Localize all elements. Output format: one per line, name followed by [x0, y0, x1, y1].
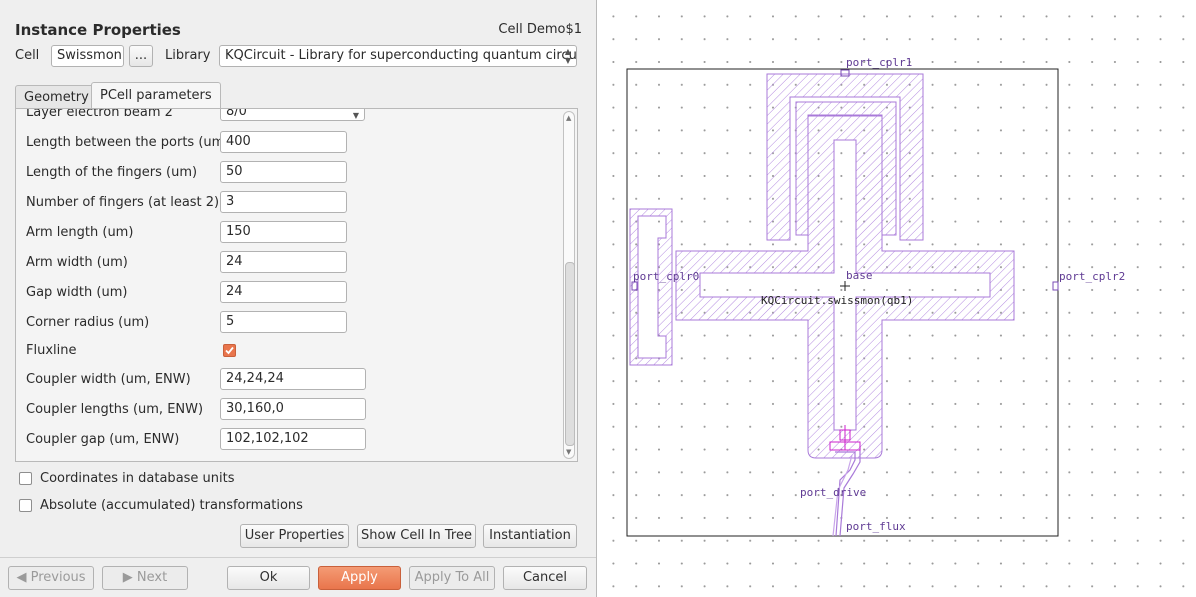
param-label-number-of-fingers: Number of fingers (at least 2) — [26, 195, 220, 210]
label-port-cplr0: port_cplr0 — [633, 270, 699, 283]
parameters-scrollbar[interactable]: ▲ ▼ — [563, 111, 575, 459]
layout-canvas[interactable]: port_cplr1 port_cplr0 port_cplr2 base KQ… — [598, 0, 1196, 597]
library-select-value: KQCircuit - Library for superconducting … — [225, 48, 577, 63]
next-button-label: Next — [136, 570, 168, 585]
number-of-fingers-input[interactable]: 3 — [220, 191, 347, 213]
length-between-ports-input[interactable]: 400 — [220, 131, 347, 153]
base-origin-marker — [840, 281, 850, 291]
top-coupler-shape — [766, 73, 924, 241]
label-port-drive: port_drive — [800, 486, 866, 499]
spinner-arrows-icon: ▲ ▼ — [564, 47, 571, 65]
cell-instance-name: Cell Demo$1 — [498, 22, 582, 37]
coords-db-units-checkbox[interactable] — [19, 472, 32, 485]
spinner-arrows-icon: ▼ — [352, 111, 359, 120]
cell-label: Cell — [15, 48, 40, 63]
previous-button[interactable]: ◀ Previous — [8, 566, 94, 590]
param-label-arm-width: Arm width (um) — [26, 255, 128, 270]
layout-drawing: port_cplr1 port_cplr0 port_cplr2 base KQ… — [626, 56, 1125, 537]
scroll-up-icon[interactable]: ▲ — [566, 114, 571, 122]
tab-geometry[interactable]: Geometry — [15, 85, 98, 109]
dialog-title: Instance Properties — [15, 21, 181, 39]
left-coupler-shape — [629, 208, 673, 366]
param-label-arm-length: Arm length (um) — [26, 225, 134, 240]
length-of-fingers-input[interactable]: 50 — [220, 161, 347, 183]
param-label-length-between-ports: Length between the ports (um) — [26, 135, 230, 150]
arm-width-input[interactable]: 24 — [220, 251, 347, 273]
coords-db-units-label: Coordinates in database units — [40, 471, 235, 486]
label-port-cplr2: port_cplr2 — [1059, 270, 1125, 283]
scrollbar-thumb[interactable] — [565, 262, 575, 446]
cancel-button[interactable]: Cancel — [503, 566, 587, 590]
next-button[interactable]: ▶ Next — [102, 566, 188, 590]
fluxline-checkbox[interactable] — [223, 344, 236, 357]
label-port-flux: port_flux — [846, 520, 906, 533]
absolute-transforms-label: Absolute (accumulated) transformations — [40, 498, 303, 513]
absolute-transforms-checkbox[interactable] — [19, 499, 32, 512]
scroll-down-icon[interactable]: ▼ — [566, 448, 571, 456]
label-port-cplr1: port_cplr1 — [846, 56, 912, 69]
tab-pcell-parameters[interactable]: PCell parameters — [91, 82, 221, 110]
param-label-corner-radius: Corner radius (um) — [26, 315, 150, 330]
checkmark-icon — [225, 346, 234, 355]
user-properties-button[interactable]: User Properties — [240, 524, 349, 548]
instance-properties-dialog: Instance Properties Cell Demo$1 Cell Swi… — [0, 0, 597, 597]
param-label-layer-electron-beam-2: Layer electron beam 2 — [26, 108, 173, 120]
arrow-right-icon: ▶ — [122, 570, 137, 585]
coupler-gap-input[interactable]: 102,102,102 — [220, 428, 366, 450]
layer-electron-beam-2-value: 8/0 — [226, 108, 247, 119]
apply-button[interactable]: Apply — [318, 566, 401, 590]
param-label-coupler-width: Coupler width (um, ENW) — [26, 372, 191, 387]
previous-button-label: Previous — [30, 570, 86, 585]
cell-name-input[interactable]: Swissmon — [51, 45, 124, 67]
pcell-parameters-panel: Layer electron beam 2 8/0 ▼ Length betwe… — [15, 108, 578, 462]
param-label-gap-width: Gap width (um) — [26, 285, 128, 300]
coupler-lengths-input[interactable]: 30,160,0 — [220, 398, 366, 420]
arm-length-input[interactable]: 150 — [220, 221, 347, 243]
corner-radius-input[interactable]: 5 — [220, 311, 347, 333]
footer-divider — [0, 557, 596, 558]
ok-button[interactable]: Ok — [227, 566, 310, 590]
coupler-width-input[interactable]: 24,24,24 — [220, 368, 366, 390]
browse-cell-button[interactable]: ... — [129, 45, 153, 67]
param-label-coupler-lengths: Coupler lengths (um, ENW) — [26, 402, 204, 417]
library-label: Library — [165, 48, 211, 63]
instantiation-button[interactable]: Instantiation — [483, 524, 577, 548]
arrow-left-icon: ◀ — [16, 570, 31, 585]
param-label-length-of-fingers: Length of the fingers (um) — [26, 165, 198, 180]
library-select[interactable]: KQCircuit - Library for superconducting … — [219, 45, 577, 67]
gap-width-input[interactable]: 24 — [220, 281, 347, 303]
param-label-coupler-gap: Coupler gap (um, ENW) — [26, 432, 180, 447]
label-cell-instance: KQCircuit.swissmon(qb1) — [761, 294, 913, 307]
layer-electron-beam-2-select[interactable]: 8/0 ▼ — [220, 108, 365, 121]
apply-to-all-button[interactable]: Apply To All — [409, 566, 495, 590]
param-label-fluxline: Fluxline — [26, 343, 77, 358]
show-cell-in-tree-button[interactable]: Show Cell In Tree — [357, 524, 476, 548]
label-base: base — [846, 269, 873, 282]
